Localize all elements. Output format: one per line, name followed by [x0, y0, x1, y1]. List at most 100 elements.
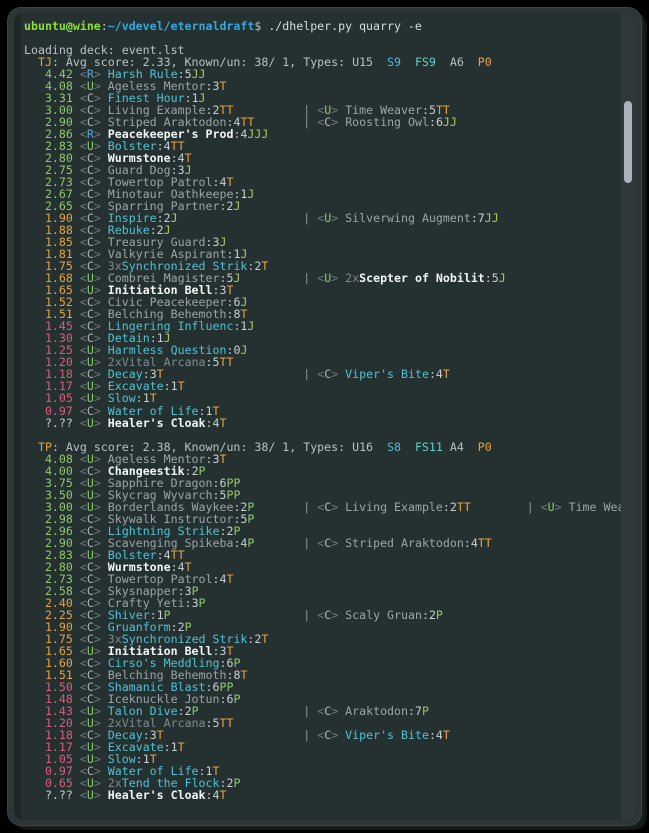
angle-bracket-open: < — [79, 415, 87, 430]
cost-separator: : — [428, 367, 436, 382]
multiplier-prefix: 2x — [345, 271, 360, 286]
type-count-p: P0 — [477, 55, 499, 70]
card-score: ?.?? — [44, 415, 73, 430]
influence-glyphs: T — [442, 367, 450, 382]
angle-bracket-open: < — [540, 499, 548, 514]
type-count-u: U15 — [352, 55, 381, 70]
angle-bracket-close: > — [554, 499, 562, 514]
card-name: Scaly Gruan — [345, 607, 422, 622]
influence-glyphs: JJJ — [247, 127, 269, 142]
angle-bracket-open: < — [79, 788, 87, 802]
type-count-u: U16 — [352, 439, 381, 454]
alt-separator: | — [303, 211, 318, 226]
left-gutter — [14, 13, 21, 820]
card-name: Roosting Owl — [345, 115, 429, 130]
terminal-surface: ubuntu@wine:~/vdevel/eternaldraft$ ./dhe… — [14, 13, 635, 820]
card-name: Viper's Bite — [345, 367, 429, 382]
prompt-separator: : — [100, 19, 108, 33]
influence-glyphs: P — [421, 703, 429, 718]
card-row: ?.?? <U> Healer's Cloak:4T — [24, 417, 619, 429]
alt-separator: | — [303, 115, 318, 130]
card-cost: 7 — [414, 703, 422, 718]
card-cost: 2 — [449, 499, 457, 514]
cost-separator: : — [463, 535, 471, 550]
card-name: Viper's Bite — [345, 727, 429, 742]
influence-glyphs: T — [177, 379, 185, 394]
type-count-a: A4 — [449, 439, 471, 454]
card-cost: 5 — [491, 271, 499, 286]
prompt-line: ubuntu@wine:~/vdevel/eternaldraft$ ./dhe… — [24, 20, 619, 32]
alt-separator: | — [303, 535, 318, 550]
alt-separator: | — [303, 607, 318, 622]
influence-glyphs: T — [219, 79, 227, 94]
cost-separator: : — [205, 451, 213, 466]
influence-glyphs: T — [219, 788, 227, 802]
card-cost: 4 — [470, 535, 478, 550]
column-pad — [240, 271, 303, 285]
card-cost: 1 — [170, 379, 178, 394]
card-name: Living Example — [345, 499, 443, 514]
alt-separator: | — [303, 271, 318, 286]
influence-glyphs: JJ — [484, 211, 499, 226]
card-cost: 6 — [435, 115, 443, 130]
type-count-s: S9 — [387, 55, 408, 70]
influence-glyphs: P — [435, 607, 443, 622]
column-pad — [254, 500, 303, 514]
card-cost: 4 — [212, 788, 220, 802]
card-score: ?.?? — [44, 788, 73, 802]
column-pad — [471, 500, 527, 514]
influence-glyphs: T — [226, 571, 234, 586]
scrollbar-thumb[interactable] — [624, 101, 632, 183]
card-cost: 2 — [428, 607, 436, 622]
influence-glyphs: T — [177, 739, 185, 754]
card-cost: 4 — [212, 415, 220, 430]
influence-glyphs: J — [170, 211, 178, 226]
card-cost: 3 — [212, 79, 220, 94]
influence-glyphs: T — [240, 667, 248, 682]
influence-glyphs: P — [247, 511, 255, 526]
influence-glyphs: T — [219, 451, 227, 466]
influence-glyphs: J — [247, 187, 255, 202]
card-name: Araktodon — [345, 703, 408, 718]
alt-separator: | — [303, 727, 318, 742]
cost-separator: : — [442, 499, 450, 514]
cost-separator: : — [484, 271, 492, 286]
cost-separator: : — [163, 739, 171, 754]
influence-glyphs: JJ — [442, 115, 457, 130]
card-name: Healer's Cloak — [107, 415, 206, 430]
influence-glyphs: T — [219, 415, 227, 430]
type-count-s: S8 — [387, 439, 408, 454]
cost-separator: : — [205, 79, 213, 94]
angle-bracket-close: > — [93, 415, 101, 430]
card-name: Scepter of Nobilit — [359, 271, 485, 286]
card-cost: 4 — [435, 367, 443, 382]
cost-separator: : — [205, 788, 213, 802]
terminal-window: ubuntu@wine:~/vdevel/eternaldraft$ ./dhe… — [8, 8, 641, 825]
terminal-output[interactable]: ubuntu@wine:~/vdevel/eternaldraft$ ./dhe… — [24, 20, 635, 820]
influence-glyphs: P — [233, 775, 241, 790]
influence-glyphs: T — [261, 631, 269, 646]
influence-glyphs: T — [442, 727, 450, 742]
cost-separator: : — [205, 415, 213, 430]
prompt-command: ./dhelper.py quarry -e — [261, 19, 422, 33]
alt-separator: | — [303, 499, 318, 514]
card-cost: 1 — [170, 739, 178, 754]
cost-separator: : — [421, 607, 429, 622]
rarity-letter: U — [547, 499, 555, 514]
influence-glyphs: J — [498, 271, 506, 286]
influence-glyphs: TT — [477, 535, 492, 550]
cost-separator: : — [428, 727, 436, 742]
vertical-scrollbar[interactable] — [621, 13, 635, 820]
